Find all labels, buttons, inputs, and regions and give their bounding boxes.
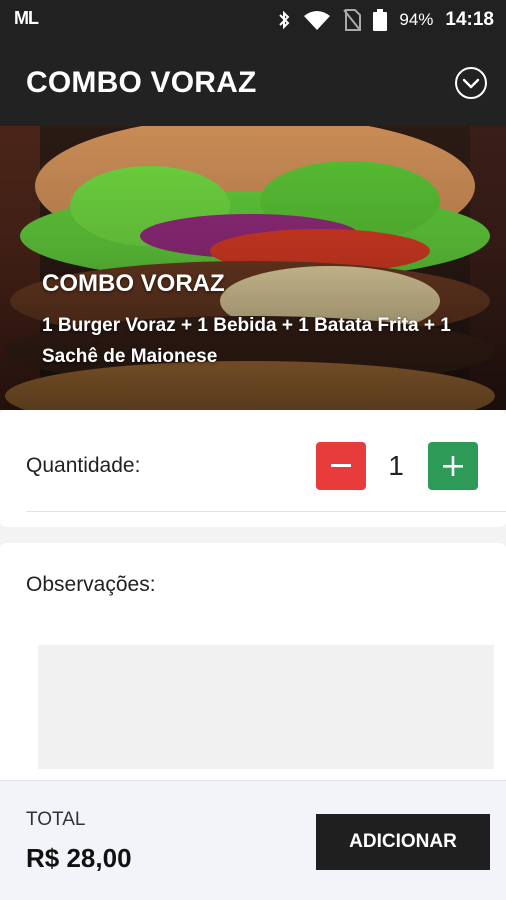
minus-icon bbox=[331, 464, 351, 467]
carrier-logo: ML bbox=[14, 8, 39, 28]
product-banner: COMBO VORAZ 1 Burger Voraz + 1 Bebida + … bbox=[0, 126, 506, 410]
status-bar: ML 94% 14:18 bbox=[0, 0, 506, 40]
quantity-value: 1 bbox=[388, 450, 404, 481]
order-footer: TOTAL R$ 28,00 ADICIONAR bbox=[0, 780, 506, 900]
total-value: R$ 28,00 bbox=[26, 843, 132, 873]
page-title: COMBO VORAZ bbox=[26, 66, 257, 99]
notes-label: Observações: bbox=[26, 573, 156, 596]
quantity-card: Quantidade: 1 bbox=[0, 410, 506, 527]
battery-percent: 94% bbox=[399, 10, 434, 29]
battery-icon bbox=[373, 9, 388, 31]
app-bar: COMBO VORAZ bbox=[0, 40, 506, 126]
chevron-down-circle-icon[interactable] bbox=[454, 66, 488, 100]
clock: 14:18 bbox=[445, 9, 494, 30]
bluetooth-icon bbox=[279, 10, 290, 30]
divider bbox=[26, 511, 506, 512]
increase-quantity-button[interactable] bbox=[428, 442, 478, 490]
plus-icon bbox=[443, 456, 463, 476]
product-description: 1 Burger Voraz + 1 Bebida + 1 Batata Fri… bbox=[42, 315, 451, 367]
add-to-cart-button[interactable]: ADICIONAR bbox=[316, 814, 490, 870]
status-icons: 94% 14:18 bbox=[277, 9, 494, 31]
no-sim-icon bbox=[343, 9, 362, 31]
decrease-quantity-button[interactable] bbox=[316, 442, 366, 490]
notes-card: Observações: bbox=[0, 543, 506, 783]
notes-input[interactable] bbox=[38, 645, 494, 769]
product-name: COMBO VORAZ bbox=[42, 270, 225, 297]
total-label: TOTAL bbox=[26, 809, 86, 830]
wifi-icon bbox=[304, 11, 331, 30]
quantity-label: Quantidade: bbox=[26, 454, 141, 477]
